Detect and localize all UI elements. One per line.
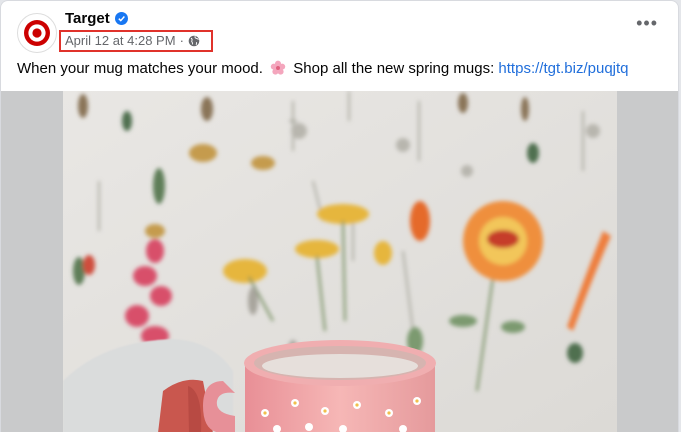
- verified-badge-icon: [114, 12, 128, 25]
- post-timestamp[interactable]: April 12 at 4:28 PM: [65, 33, 176, 48]
- page-avatar[interactable]: [17, 13, 57, 53]
- post-photo[interactable]: [63, 91, 617, 432]
- photo-image: [63, 91, 617, 432]
- post-media[interactable]: [1, 91, 678, 432]
- post-meta: April 12 at 4:28 PM ·: [65, 33, 200, 48]
- post-text-part-2: Shop all the new spring mugs:: [293, 60, 495, 77]
- cherry-blossom-icon: [270, 60, 286, 75]
- post-link[interactable]: https://tgt.biz/puqjtq: [498, 60, 628, 77]
- meta-separator: ·: [179, 33, 184, 48]
- post-message: When your mug matches your mood. Shop al…: [17, 60, 629, 77]
- target-logo-icon: [24, 20, 50, 46]
- globe-icon[interactable]: [188, 35, 200, 47]
- page-name[interactable]: Target: [65, 10, 128, 27]
- post-text-part-1: When your mug matches your mood.: [17, 60, 263, 77]
- more-options-icon[interactable]: •••: [636, 13, 658, 34]
- post-card: Target April 12 at 4:28 PM · ••• When yo…: [0, 0, 679, 432]
- page-name-label[interactable]: Target: [65, 10, 110, 27]
